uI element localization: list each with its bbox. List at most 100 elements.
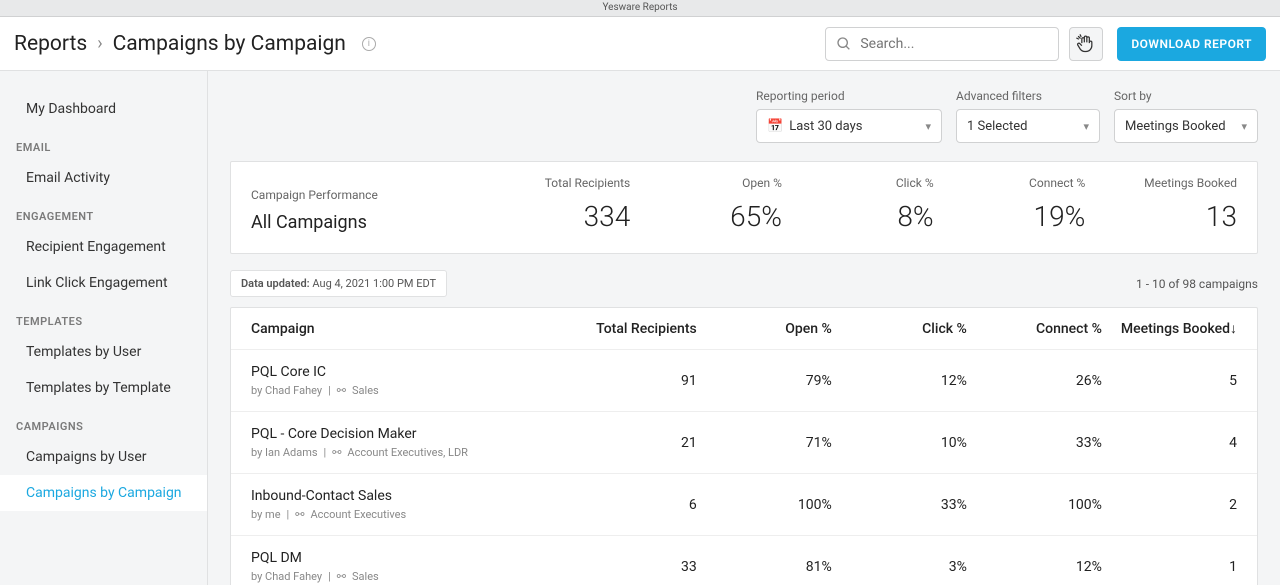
sidebar-section-header: CAMPAIGNS [0, 406, 207, 439]
filter-sort-value: Meetings Booked [1125, 119, 1226, 134]
campaign-name: PQL Core IC [251, 364, 562, 380]
data-updated-badge: Data updated: Aug 4, 2021 1:00 PM EDT [230, 270, 447, 297]
summary-col-value: 65% [630, 200, 782, 233]
summary-col-value: 19% [934, 200, 1086, 233]
sidebar-section-header: EMAIL [0, 127, 207, 160]
filters-row: Reporting period 📅Last 30 days ▾ Advance… [208, 71, 1280, 155]
info-icon[interactable]: i [362, 37, 376, 51]
pagination-text: 1 - 10 of 98 campaigns [1136, 277, 1258, 291]
breadcrumb-root[interactable]: Reports [14, 32, 87, 56]
updated-label: Data updated: [241, 277, 310, 290]
cell-click: 3% [832, 559, 967, 575]
cell-click: 12% [832, 373, 967, 389]
main-content: Reporting period 📅Last 30 days ▾ Advance… [208, 71, 1280, 585]
cell-recipients: 91 [562, 373, 697, 389]
col-connect[interactable]: Connect % [967, 321, 1102, 337]
chevron-down-icon: ▾ [1241, 120, 1247, 133]
chevron-down-icon: ▾ [925, 120, 931, 133]
sidebar-item[interactable]: Campaigns by User [0, 439, 207, 475]
col-click[interactable]: Click % [832, 321, 967, 337]
summary-col-label: Meetings Booked [1085, 176, 1237, 190]
summary-title-label: Campaign Performance [251, 188, 479, 202]
campaign-name: Inbound-Contact Sales [251, 488, 562, 504]
sidebar-section-header: TEMPLATES [0, 301, 207, 334]
cell-connect: 33% [967, 435, 1102, 451]
filter-period-select[interactable]: 📅Last 30 days ▾ [756, 109, 942, 143]
col-meetings-sorted[interactable]: Meetings Booked↓ [1102, 320, 1237, 337]
chevron-down-icon: ▾ [1083, 120, 1089, 133]
cell-connect: 100% [967, 497, 1102, 513]
summary-col-label: Click % [782, 176, 934, 190]
summary-col-value: 8% [782, 200, 934, 233]
page-header: Reports › Campaigns by Campaign i DOWNLO… [0, 17, 1280, 71]
download-report-button[interactable]: DOWNLOAD REPORT [1117, 27, 1266, 61]
table-row[interactable]: PQL DMby Chad Fahey|⚯Sales3381%3%12%1 [231, 536, 1257, 585]
table-row[interactable]: PQL - Core Decision Maker by Ian Adams|⚯A… [231, 412, 1257, 474]
filter-sort-select[interactable]: Meetings Booked ▾ [1114, 109, 1258, 143]
col-open[interactable]: Open % [697, 321, 832, 337]
share-icon: ⚯ [337, 384, 346, 397]
wave-icon [1076, 34, 1096, 54]
summary-col-value: 13 [1085, 200, 1237, 233]
cell-open: 100% [697, 497, 832, 513]
cell-meetings: 2 [1102, 497, 1237, 513]
calendar-icon: 📅 [767, 119, 783, 134]
sidebar: My DashboardEMAILEmail ActivityENGAGEMEN… [0, 71, 208, 585]
search-input-wrapper[interactable] [825, 27, 1059, 61]
summary-col-label: Connect % [934, 176, 1086, 190]
filter-sort-label: Sort by [1114, 89, 1258, 103]
campaigns-table: Campaign Total Recipients Open % Click %… [230, 307, 1258, 585]
chevron-right-icon: › [97, 33, 102, 54]
table-header-row: Campaign Total Recipients Open % Click %… [231, 308, 1257, 350]
filter-period-label: Reporting period [756, 89, 942, 103]
cell-recipients: 6 [562, 497, 697, 513]
share-icon: ⚯ [295, 508, 304, 521]
cell-meetings: 5 [1102, 373, 1237, 389]
window-titlebar: Yesware Reports [0, 0, 1280, 17]
campaign-meta: by Ian Adams|⚯Account Executives, LDR [251, 446, 562, 459]
sidebar-item[interactable]: Templates by Template [0, 370, 207, 406]
summary-col-value: 334 [479, 200, 631, 233]
cell-open: 79% [697, 373, 832, 389]
sidebar-section-header: ENGAGEMENT [0, 196, 207, 229]
campaign-name: PQL DM [251, 550, 562, 566]
search-icon [836, 36, 852, 52]
filter-advanced-value: 1 Selected [967, 119, 1027, 134]
campaign-meta: by Chad Fahey|⚯Sales [251, 570, 562, 583]
summary-title-value: All Campaigns [251, 212, 479, 233]
summary-col-label: Total Recipients [479, 176, 631, 190]
table-row[interactable]: Inbound-Contact Sales by me|⚯Account Exec… [231, 474, 1257, 536]
summary-card: Campaign Performance All Campaigns Total… [230, 161, 1258, 254]
col-campaign[interactable]: Campaign [251, 321, 562, 337]
sidebar-item[interactable]: Email Activity [0, 160, 207, 196]
col-recipients[interactable]: Total Recipients [562, 321, 697, 337]
sidebar-item[interactable]: Templates by User [0, 334, 207, 370]
cell-open: 81% [697, 559, 832, 575]
filter-advanced-select[interactable]: 1 Selected ▾ [956, 109, 1100, 143]
search-input[interactable] [860, 36, 1048, 52]
sort-desc-icon: ↓ [1230, 321, 1237, 337]
breadcrumb: Reports › Campaigns by Campaign i [14, 32, 376, 56]
cell-connect: 12% [967, 559, 1102, 575]
sidebar-item[interactable]: Link Click Engagement [0, 265, 207, 301]
breadcrumb-current: Campaigns by Campaign [113, 32, 346, 56]
campaign-name: PQL - Core Decision Maker [251, 426, 562, 442]
cell-meetings: 4 [1102, 435, 1237, 451]
cell-click: 10% [832, 435, 967, 451]
sidebar-item[interactable]: Recipient Engagement [0, 229, 207, 265]
sidebar-item[interactable]: Campaigns by Campaign [0, 475, 207, 511]
wave-button[interactable] [1069, 27, 1103, 61]
summary-col-label: Open % [630, 176, 782, 190]
cell-click: 33% [832, 497, 967, 513]
sidebar-item[interactable]: My Dashboard [0, 91, 207, 127]
filter-advanced-label: Advanced filters [956, 89, 1100, 103]
updated-value: Aug 4, 2021 1:00 PM EDT [312, 277, 436, 290]
cell-meetings: 1 [1102, 559, 1237, 575]
campaign-meta: by me|⚯Account Executives [251, 508, 562, 521]
meta-row: Data updated: Aug 4, 2021 1:00 PM EDT 1 … [230, 270, 1258, 297]
cell-recipients: 21 [562, 435, 697, 451]
campaign-meta: by Chad Fahey|⚯Sales [251, 384, 562, 397]
share-icon: ⚯ [332, 446, 341, 459]
table-row[interactable]: PQL Core ICby Chad Fahey|⚯Sales9179%12%2… [231, 350, 1257, 412]
cell-open: 71% [697, 435, 832, 451]
